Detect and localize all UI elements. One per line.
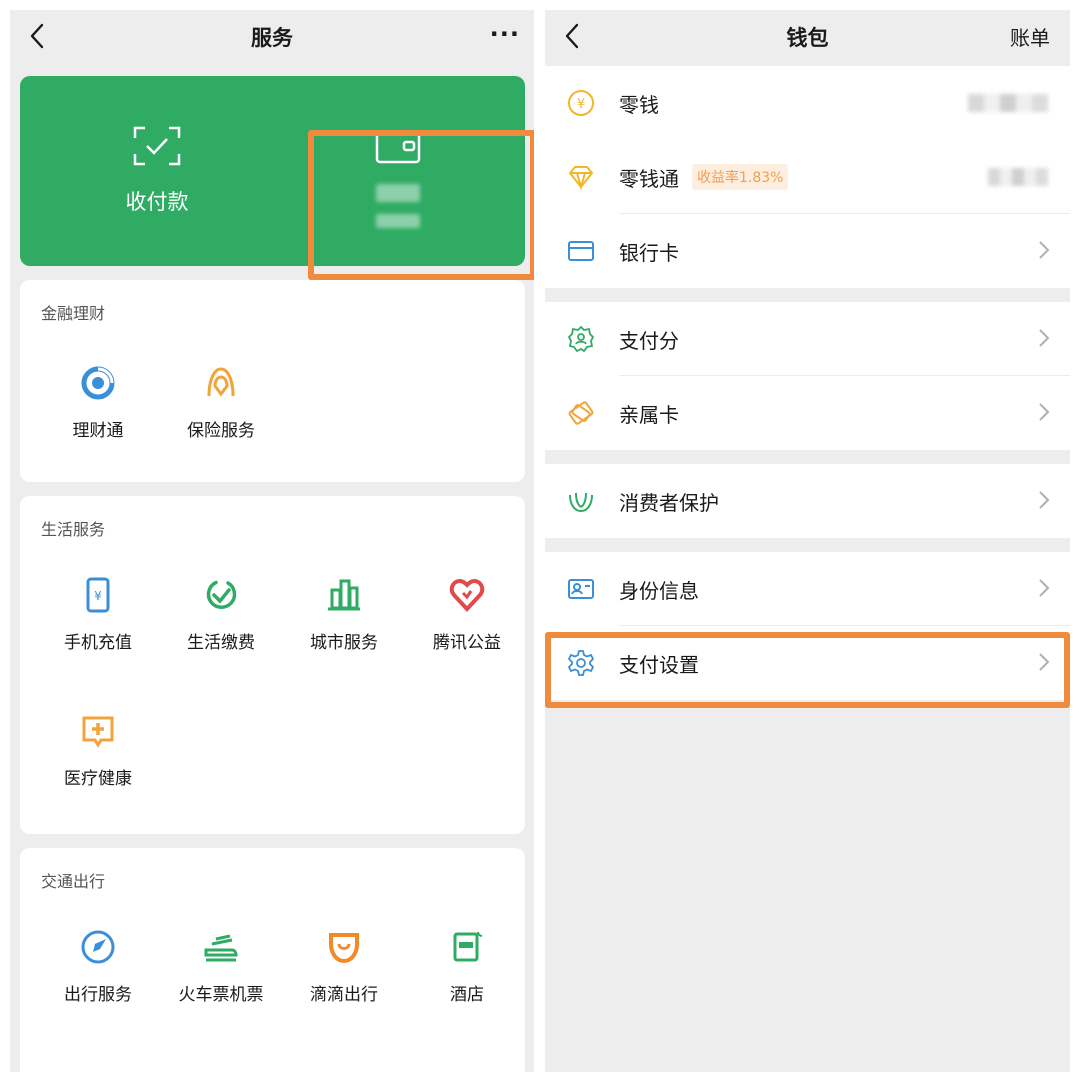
page-title: 钱包 [786, 26, 829, 50]
row-label: 支付分 [619, 329, 679, 353]
service-utilities[interactable]: 生活缴费 [159, 576, 283, 653]
service-label: 出行服务 [64, 985, 132, 1005]
protection-group: 消费者保护 [545, 464, 1070, 538]
service-didi[interactable]: 滴滴出行 [282, 928, 406, 1005]
transport-section: 交通出行 出行服务 火车票机票 滴滴出行 酒店 [20, 848, 525, 1072]
utilities-check-icon [206, 580, 237, 610]
finance-section: 金融理财 理财通 保险服务 [20, 280, 525, 482]
insurance-icon [207, 367, 235, 397]
balance-group: ¥ 零钱 零钱通 收益率1.83% 银行卡 [545, 66, 1070, 288]
scan-check-icon [133, 126, 181, 166]
pay-wallet-card: 收付款 [20, 76, 525, 266]
row-label: 支付设置 [619, 653, 699, 677]
wallet-button[interactable] [338, 126, 458, 228]
service-city[interactable]: 城市服务 [282, 576, 406, 653]
wallet-icon [375, 130, 421, 164]
services-screen: 服务 ··· 收付款 金融理财 理财通 保险服务 生活服务 ¥ 手机充值 生活缴… [10, 10, 534, 1072]
train-icon [204, 934, 238, 962]
service-label: 医疗健康 [64, 769, 132, 789]
receive-pay-label: 收付款 [125, 190, 189, 214]
consumer-protection-row[interactable]: 消费者保护 [545, 464, 1070, 538]
chevron-right-icon [1039, 403, 1050, 421]
diamond-icon [568, 166, 594, 191]
travel-compass-icon [81, 930, 115, 964]
services-group: 支付分 亲属卡 [545, 302, 1070, 450]
identity-row[interactable]: 身份信息 [545, 552, 1070, 626]
service-charity[interactable]: 腾讯公益 [405, 576, 529, 653]
service-label: 火车票机票 [178, 985, 264, 1005]
row-label: 消费者保护 [619, 491, 719, 515]
service-label: 滴滴出行 [310, 985, 378, 1005]
didi-icon [329, 933, 359, 964]
bank-card-icon [568, 241, 594, 261]
service-mobile-topup[interactable]: ¥ 手机充值 [36, 576, 160, 653]
family-card-row[interactable]: 亲属卡 [545, 376, 1070, 450]
protection-hands-icon [569, 492, 593, 513]
family-card-icon [568, 401, 594, 425]
licaitong-icon [81, 366, 115, 400]
chevron-right-icon [1039, 491, 1050, 509]
services-nav-bar: 服务 ··· [10, 10, 534, 66]
service-label: 保险服务 [187, 421, 255, 441]
city-buildings-icon [328, 579, 360, 611]
pay-score-icon [567, 325, 595, 353]
service-travel[interactable]: 出行服务 [36, 928, 160, 1005]
bill-button[interactable]: 账单 [1010, 22, 1050, 51]
account-group: 身份信息 支付设置 [545, 552, 1070, 700]
service-label: 酒店 [450, 985, 484, 1005]
yield-rate-badge: 收益率1.83% [692, 164, 789, 190]
more-options-button[interactable]: ··· [490, 20, 520, 48]
wallet-balance-masked [338, 184, 458, 228]
gear-icon [567, 650, 595, 676]
change-row[interactable]: ¥ 零钱 [545, 66, 1070, 140]
wallet-screen: 钱包 账单 ¥ 零钱 零钱通 收益率1.83% 银行卡 支付分 亲属卡 消费者保… [545, 10, 1070, 1072]
row-label: 亲属卡 [619, 403, 679, 427]
chevron-right-icon [1039, 653, 1050, 671]
licaitong-row[interactable]: 零钱通 收益率1.83% [545, 140, 1070, 214]
service-hotel[interactable]: 酒店 [405, 928, 529, 1005]
life-services-section: 生活服务 ¥ 手机充值 生活缴费 城市服务 腾讯公益 医疗健康 [20, 496, 525, 834]
charity-heart-icon [449, 578, 485, 612]
pay-settings-row[interactable]: 支付设置 [545, 626, 1070, 700]
balance-masked [988, 168, 1048, 186]
service-label: 城市服务 [310, 633, 378, 653]
service-healthcare[interactable]: 医疗健康 [36, 712, 160, 789]
chevron-right-icon [1039, 579, 1050, 597]
healthcare-plus-icon [82, 716, 114, 748]
phone-topup-icon: ¥ [86, 577, 110, 613]
hotel-bed-icon [453, 931, 483, 962]
chevron-right-icon [1039, 329, 1050, 347]
row-label: 银行卡 [619, 241, 679, 265]
service-train-flight[interactable]: 火车票机票 [159, 928, 283, 1005]
wallet-nav-bar: 钱包 账单 [545, 10, 1070, 66]
balance-masked [968, 94, 1048, 112]
row-label: 身份信息 [619, 579, 699, 603]
section-title: 交通出行 [41, 872, 106, 891]
page-title: 服务 [251, 26, 293, 50]
service-label: 理财通 [72, 421, 124, 441]
yuan-coin-icon: ¥ [568, 90, 594, 116]
service-label: 腾讯公益 [433, 633, 501, 653]
receive-pay-button[interactable]: 收付款 [97, 126, 217, 216]
service-insurance[interactable]: 保险服务 [159, 364, 283, 441]
bank-card-row[interactable]: 银行卡 [545, 214, 1070, 288]
section-title: 金融理财 [41, 304, 106, 323]
svg-text:¥: ¥ [94, 589, 102, 603]
row-label: 零钱通 [619, 167, 679, 191]
svg-text:¥: ¥ [577, 97, 585, 112]
service-licaitong[interactable]: 理财通 [36, 364, 160, 441]
service-label: 手机充值 [64, 633, 132, 653]
service-label: 生活缴费 [187, 633, 255, 653]
row-label: 零钱 [619, 93, 659, 117]
section-title: 生活服务 [41, 520, 106, 539]
pay-score-row[interactable]: 支付分 [545, 302, 1070, 376]
id-card-icon [568, 579, 594, 599]
chevron-right-icon [1039, 241, 1050, 259]
